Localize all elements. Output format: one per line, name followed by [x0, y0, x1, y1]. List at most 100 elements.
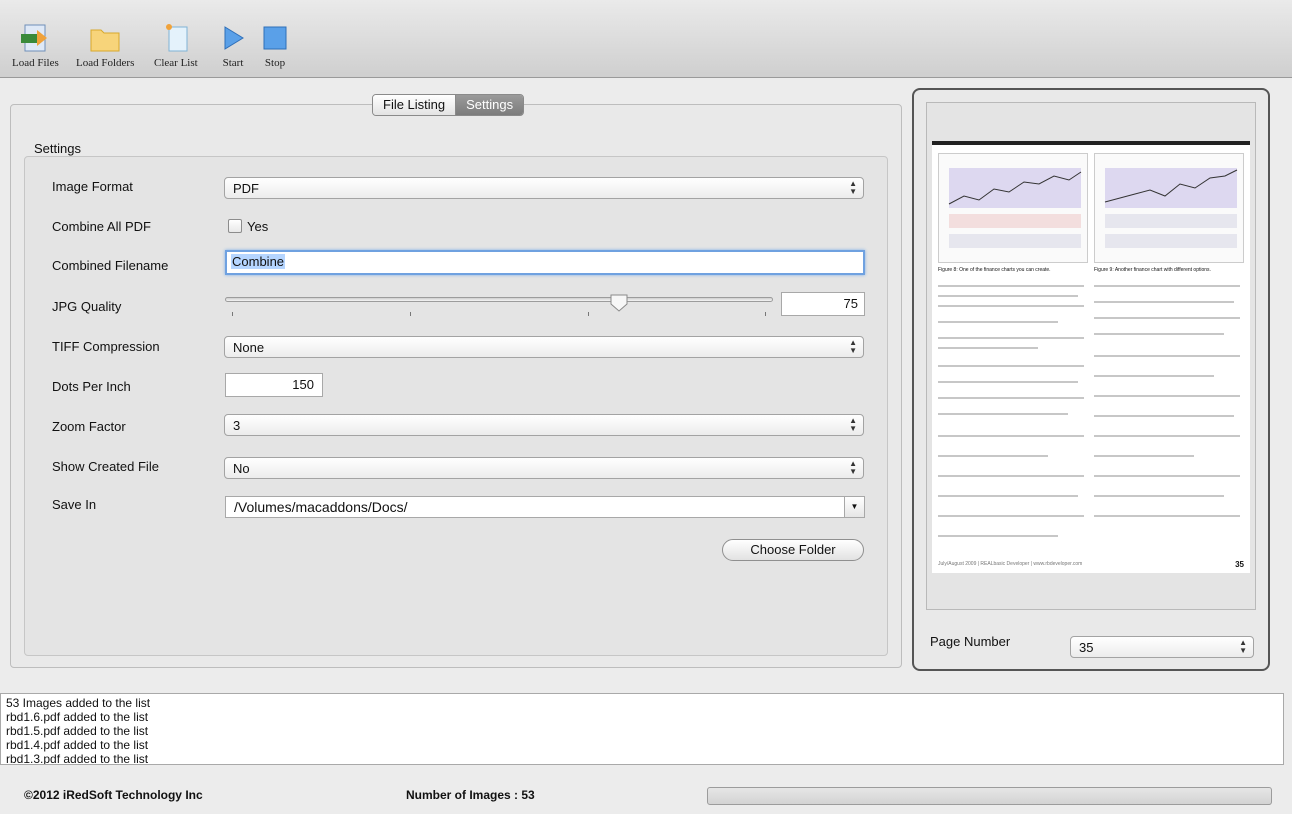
start-button[interactable]: Start	[217, 22, 249, 69]
text-line	[1094, 355, 1240, 357]
text-line	[938, 347, 1038, 349]
finance-chart-thumbnail	[1094, 153, 1244, 263]
settings-group-box: Image Format PDF ▲ ▼ Combine All PDF Yes …	[24, 156, 888, 656]
jpg-quality-label: JPG Quality	[52, 299, 122, 314]
show-created-file-label: Show Created File	[52, 459, 159, 474]
jpg-quality-value: 75	[843, 296, 858, 311]
combine-all-pdf-checkbox[interactable]	[228, 219, 242, 233]
slider-tick	[765, 312, 766, 316]
text-line	[938, 397, 1084, 399]
choose-folder-button[interactable]: Choose Folder	[722, 539, 864, 561]
text-line	[938, 535, 1058, 537]
dots-per-inch-value: 150	[292, 377, 314, 392]
select-arrows-icon: ▲ ▼	[1239, 638, 1247, 655]
text-line	[938, 337, 1084, 339]
text-line	[1094, 395, 1240, 397]
log-line: 53 Images added to the list	[6, 696, 151, 710]
tiff-compression-select[interactable]: None ▲ ▼	[224, 336, 864, 358]
zoom-factor-select[interactable]: 3 ▲ ▼	[224, 414, 864, 436]
image-format-select[interactable]: PDF ▲ ▼	[224, 177, 864, 199]
combo-arrow-icon[interactable]: ▼	[844, 497, 864, 517]
text-line	[938, 455, 1048, 457]
save-in-combo[interactable]: /Volumes/macaddons/Docs/ ▼	[225, 496, 865, 518]
page-footer-text: July/August 2009 | REALbasic Developer |…	[938, 561, 1083, 567]
figure-caption-right: Figure 9: Another finance chart with dif…	[1094, 267, 1211, 273]
slider-tick	[232, 312, 233, 316]
text-line	[1094, 415, 1234, 417]
text-line	[938, 381, 1078, 383]
tab-file-listing[interactable]: File Listing	[373, 95, 457, 115]
slider-tick	[588, 312, 589, 316]
folder-icon	[89, 22, 121, 54]
text-line	[1094, 301, 1234, 303]
log-line: rbd1.6.pdf added to the list	[6, 710, 149, 724]
progress-bar	[707, 787, 1272, 805]
page-number-value: 35	[1079, 640, 1094, 655]
jpg-quality-slider-track[interactable]	[225, 297, 773, 302]
text-line	[938, 365, 1084, 367]
text-line	[1094, 285, 1240, 287]
combined-filename-input[interactable]: Combine	[225, 250, 865, 275]
play-icon	[217, 22, 249, 54]
stop-button[interactable]: Stop	[259, 22, 291, 69]
image-count-text: Number of Images : 53	[406, 788, 535, 802]
jpg-quality-input[interactable]: 75	[781, 292, 865, 316]
combine-all-pdf-checkbox-label[interactable]: Yes	[247, 219, 268, 234]
jpg-quality-slider-knob[interactable]	[610, 294, 628, 312]
page-number-label: Page Number	[930, 634, 1011, 649]
preview-image-frame: Figure 8: One of the finance charts you …	[926, 102, 1256, 610]
toolbar: Load Files Load Folders Clear List Start…	[0, 0, 1292, 78]
show-created-file-select[interactable]: No ▲ ▼	[224, 457, 864, 479]
dots-per-inch-input[interactable]: 150	[225, 373, 323, 397]
text-line	[1094, 455, 1194, 457]
page-number-select[interactable]: 35 ▲ ▼	[1070, 636, 1254, 658]
text-line	[1094, 515, 1240, 517]
image-format-label: Image Format	[52, 179, 133, 194]
tiff-compression-label: TIFF Compression	[52, 339, 160, 354]
text-line	[1094, 317, 1240, 319]
log-line: rbd1.4.pdf added to the list	[6, 738, 149, 752]
figure-caption-left: Figure 8: One of the finance charts you …	[938, 267, 1051, 273]
log-line: rbd1.5.pdf added to the list	[6, 724, 149, 738]
log-list[interactable]: 53 Images added to the list rbd1.6.pdf a…	[0, 693, 1284, 765]
save-in-value: /Volumes/macaddons/Docs/	[234, 499, 408, 515]
text-line	[938, 413, 1068, 415]
select-arrows-icon: ▲ ▼	[849, 459, 857, 476]
load-folders-button[interactable]: Load Folders	[76, 22, 134, 69]
copyright-text: ©2012 iRedSoft Technology Inc	[24, 788, 203, 802]
combined-filename-value: Combine	[231, 254, 286, 269]
tiff-compression-value: None	[233, 340, 265, 355]
combine-all-pdf-label: Combine All PDF	[52, 219, 151, 234]
tab-settings[interactable]: Settings	[456, 95, 524, 115]
select-arrows-icon: ▲ ▼	[849, 416, 857, 433]
clear-list-button[interactable]: Clear List	[154, 22, 198, 69]
page-preview-image: Figure 8: One of the finance charts you …	[932, 141, 1250, 573]
log-line: rbd1.3.pdf added to the list	[6, 752, 149, 765]
text-line	[1094, 435, 1240, 437]
stop-icon	[259, 22, 291, 54]
preview-panel: Figure 8: One of the finance charts you …	[912, 88, 1270, 671]
text-line	[938, 475, 1084, 477]
text-line	[938, 495, 1078, 497]
select-arrows-icon: ▲ ▼	[849, 338, 857, 355]
text-line	[1094, 333, 1224, 335]
text-line	[938, 515, 1084, 517]
text-line	[938, 295, 1078, 297]
finance-chart-thumbnail	[938, 153, 1088, 263]
load-files-button[interactable]: Load Files	[12, 22, 59, 69]
text-line	[938, 305, 1084, 307]
text-line	[1094, 495, 1224, 497]
show-created-file-value: No	[233, 461, 250, 476]
select-arrows-icon: ▲ ▼	[849, 179, 857, 196]
slider-tick	[410, 312, 411, 316]
text-line	[938, 435, 1084, 437]
tab-segmented-control: File Listing Settings	[372, 94, 525, 116]
settings-section-title: Settings	[34, 141, 81, 156]
text-line	[1094, 375, 1214, 377]
text-line	[938, 285, 1084, 287]
image-format-value: PDF	[233, 181, 259, 196]
save-in-label: Save In	[52, 497, 97, 512]
dots-per-inch-label: Dots Per Inch	[52, 379, 131, 394]
load-files-icon	[19, 22, 51, 54]
page-footer-number: 35	[1235, 560, 1244, 569]
